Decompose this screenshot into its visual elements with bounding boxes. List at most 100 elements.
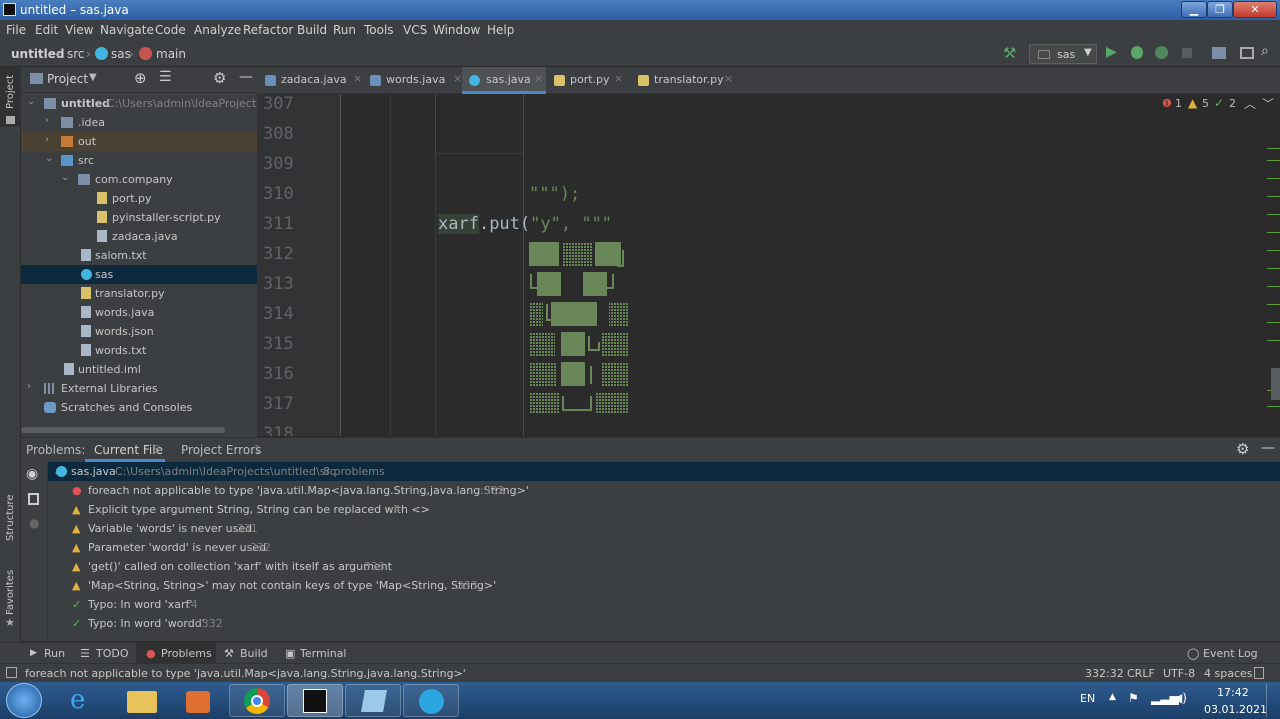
close-icon[interactable]: ×: [353, 72, 362, 85]
event-log-button[interactable]: Event Log: [1203, 647, 1258, 660]
tree-item-iml[interactable]: untitled.iml: [21, 360, 257, 379]
todo-tool-button[interactable]: TODO: [96, 647, 129, 660]
search-icon[interactable]: ⌕: [1261, 43, 1269, 59]
run-configuration-select[interactable]: sas ▼: [1029, 44, 1097, 64]
menu-view[interactable]: View: [65, 23, 93, 37]
gear-icon[interactable]: ⚙: [1236, 440, 1249, 458]
gear-icon[interactable]: ⚙: [213, 69, 226, 87]
clock-time[interactable]: 17:42: [1217, 686, 1249, 699]
tab-project-errors[interactable]: Project Errors 1: [173, 438, 263, 462]
menu-vcs[interactable]: VCS: [403, 23, 427, 37]
tree-item-src[interactable]: ⌄ src: [21, 151, 257, 170]
chevron-down-icon[interactable]: ⌄: [27, 96, 35, 107]
coverage-icon[interactable]: [1155, 46, 1168, 59]
show-desktop-button[interactable]: [1266, 684, 1278, 717]
tab-port[interactable]: port.py ×: [554, 67, 634, 94]
breadcrumb-src[interactable]: src: [67, 47, 85, 61]
warning-icon[interactable]: ▲: [1188, 96, 1197, 110]
menu-run[interactable]: Run: [333, 23, 356, 37]
code-editor[interactable]: """); xarf.put("y", """ ❶ 1 ▲ 5 ✓ 2 ︿ ﹀: [342, 94, 1274, 436]
tree-item-translator[interactable]: translator.py: [21, 284, 257, 303]
tab-zadaca[interactable]: zadaca.java ×: [265, 67, 365, 94]
tree-item-pyinstaller[interactable]: pyinstaller-script.py: [21, 208, 257, 227]
problem-item[interactable]: ● foreach not applicable to type 'java.u…: [48, 481, 1280, 500]
close-icon[interactable]: ×: [453, 72, 462, 85]
vertical-scrollbar[interactable]: [1271, 368, 1280, 400]
tree-item-zadaca[interactable]: zadaca.java: [21, 227, 257, 246]
run-icon[interactable]: ▶: [1106, 44, 1117, 60]
close-icon[interactable]: ×: [724, 72, 733, 85]
eye-icon[interactable]: ◉: [26, 466, 38, 482]
tab-current-file[interactable]: Current File 8: [85, 438, 165, 462]
menu-help[interactable]: Help: [487, 23, 514, 37]
problem-item[interactable]: ✓ Typo: In word 'wordd' :332: [48, 614, 1280, 633]
project-view-label[interactable]: Project: [47, 72, 88, 86]
menu-build[interactable]: Build: [297, 23, 327, 37]
menu-analyze[interactable]: Analyze: [194, 23, 241, 37]
tab-words[interactable]: words.java ×: [370, 67, 464, 94]
volume-icon[interactable]: ◀): [1173, 691, 1187, 705]
tree-item-words-json[interactable]: words.json: [21, 322, 257, 341]
internet-explorer-icon[interactable]: e: [57, 684, 113, 717]
tab-translator[interactable]: translator.py ×: [638, 67, 738, 94]
tree-root[interactable]: ⌄ untitled C:\Users\admin\IdeaProjects\u: [21, 94, 273, 113]
tree-item-package[interactable]: ⌄ com.company: [21, 170, 257, 189]
structure-tool-label[interactable]: Structure: [5, 494, 16, 541]
tree-item-scratches[interactable]: Scratches and Consoles: [21, 398, 257, 417]
lock-icon[interactable]: [1254, 667, 1264, 679]
close-icon[interactable]: ×: [614, 72, 623, 85]
minimize-button[interactable]: ▁: [1181, 1, 1207, 18]
tree-item-sas[interactable]: sas: [21, 265, 257, 284]
flag-icon[interactable]: ⚑: [1128, 691, 1139, 705]
tree-item-words-java[interactable]: words.java: [21, 303, 257, 322]
breadcrumb-file[interactable]: sas: [111, 47, 131, 61]
favorites-tool-label[interactable]: Favorites: [5, 570, 16, 615]
breadcrumb-method[interactable]: main: [156, 47, 186, 61]
tray-expand-icon[interactable]: ▲: [1109, 692, 1116, 702]
chevron-right-icon[interactable]: ›: [45, 115, 49, 126]
preview-icon[interactable]: [28, 493, 39, 505]
tree-item-out[interactable]: › out: [21, 132, 257, 151]
language-indicator[interactable]: EN: [1080, 692, 1095, 705]
terminal-tool-button[interactable]: Terminal: [300, 647, 347, 660]
menu-code[interactable]: Code: [155, 23, 186, 37]
notepad-icon[interactable]: [345, 684, 401, 717]
presentation-icon[interactable]: [1240, 47, 1254, 59]
problem-item[interactable]: ▲ Variable 'words' is never used :331: [48, 519, 1280, 538]
problem-file-row[interactable]: ⌄ sas.java C:\Users\admin\IdeaProjects\u…: [48, 462, 1280, 481]
problem-item[interactable]: ▲ Explicit type argument String, String …: [48, 500, 1280, 519]
chevron-down-icon[interactable]: ⌄: [45, 153, 53, 164]
bulb-icon[interactable]: ●: [29, 516, 39, 530]
run-tool-button[interactable]: Run: [44, 647, 65, 660]
chrome-icon[interactable]: [229, 684, 285, 717]
project-tool-label[interactable]: Project: [5, 75, 16, 109]
horizontal-scrollbar[interactable]: [21, 427, 225, 433]
indent-setting[interactable]: 4 spaces: [1204, 667, 1253, 680]
file-encoding[interactable]: UTF-8: [1163, 667, 1195, 680]
error-icon[interactable]: ❶: [1162, 97, 1172, 110]
collapse-all-icon[interactable]: ☰: [159, 69, 172, 85]
menu-window[interactable]: Window: [433, 23, 480, 37]
tab-sas[interactable]: sas.java ×: [462, 67, 546, 94]
hide-icon[interactable]: —: [1261, 440, 1275, 456]
tree-item-words-txt[interactable]: words.txt: [21, 341, 257, 360]
problem-item[interactable]: ▲ 'Map<String, String>' may not contain …: [48, 576, 1280, 595]
explorer-icon[interactable]: [114, 684, 170, 717]
locate-icon[interactable]: ⊕: [134, 69, 147, 87]
problem-item[interactable]: ✓ Typo: In word 'xarf' :4: [48, 595, 1280, 614]
menu-navigate[interactable]: Navigate: [100, 23, 154, 37]
chevron-down-icon[interactable]: ▼: [89, 72, 97, 83]
stop-icon[interactable]: [1182, 48, 1192, 58]
menu-tools[interactable]: Tools: [364, 23, 394, 37]
close-button[interactable]: ✕: [1233, 1, 1277, 18]
tree-item-external-libraries[interactable]: › External Libraries: [21, 379, 257, 398]
tree-item-salom[interactable]: salom.txt: [21, 246, 257, 265]
hide-icon[interactable]: —: [239, 69, 253, 85]
line-separator[interactable]: CRLF: [1127, 667, 1155, 680]
tree-item-port-py[interactable]: port.py: [21, 189, 257, 208]
intellij-taskbar-icon[interactable]: [287, 684, 343, 717]
chevron-right-icon[interactable]: ›: [27, 381, 31, 392]
menu-edit[interactable]: Edit: [35, 23, 58, 37]
debug-icon[interactable]: [1131, 46, 1143, 59]
build-tool-button[interactable]: Build: [240, 647, 268, 660]
